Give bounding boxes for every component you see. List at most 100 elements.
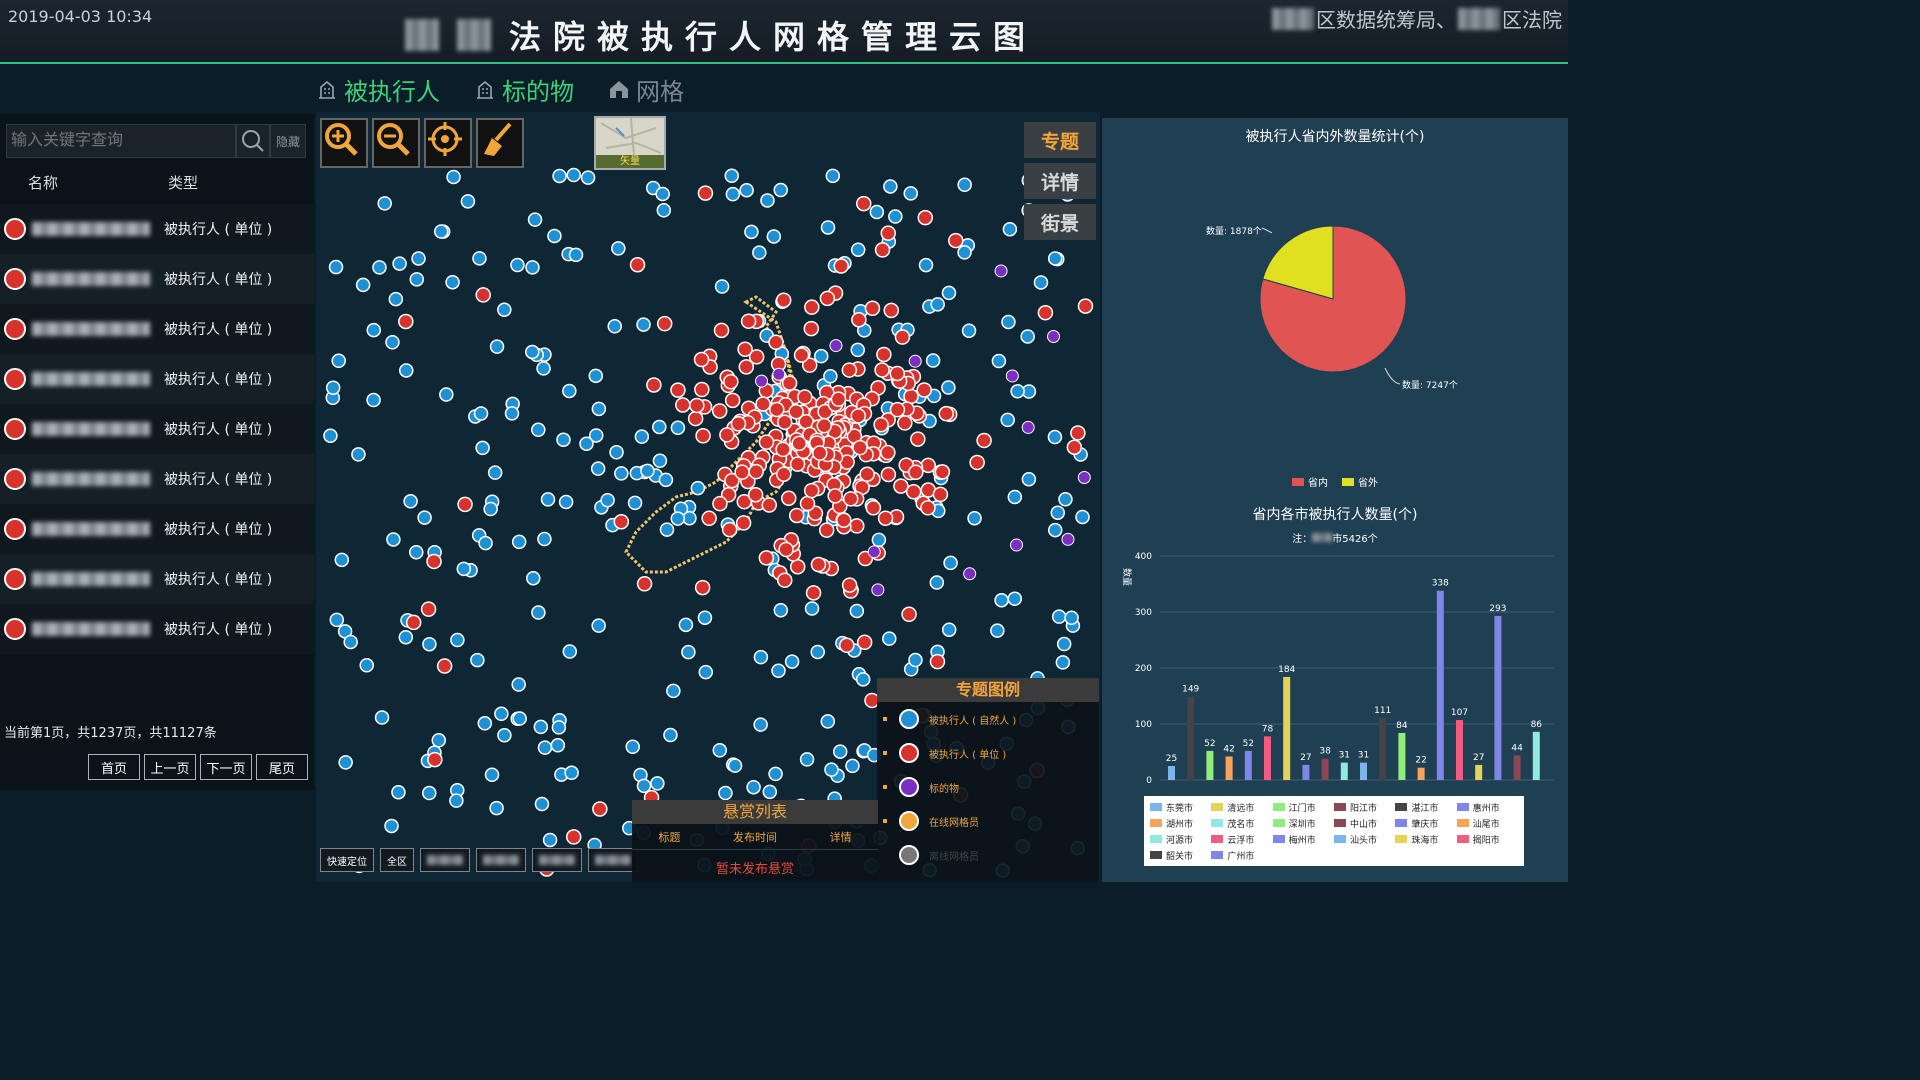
company-marker[interactable] [889,401,906,418]
company-marker[interactable] [852,439,868,456]
person-marker[interactable] [845,758,860,774]
person-marker[interactable] [512,711,527,726]
person-marker[interactable] [433,224,449,239]
person-marker[interactable] [422,785,437,801]
person-marker[interactable] [1002,221,1018,237]
person-marker[interactable] [399,363,414,378]
detail-button[interactable]: 详情 [1024,163,1096,199]
person-marker[interactable] [855,672,871,687]
person-marker[interactable] [411,251,426,266]
person-marker[interactable] [556,432,571,447]
company-marker[interactable] [793,347,810,363]
person-marker[interactable] [824,762,839,777]
company-marker[interactable] [788,403,804,420]
area-button[interactable] [420,848,470,872]
legend-entry[interactable]: 中山市 [1333,816,1395,830]
company-marker[interactable] [723,373,739,390]
person-marker[interactable] [820,220,836,235]
person-marker[interactable] [388,291,404,307]
company-marker[interactable] [777,572,793,588]
company-marker[interactable] [901,606,917,623]
company-marker[interactable] [873,416,889,433]
person-marker[interactable] [725,186,741,202]
company-marker[interactable] [697,185,714,201]
person-marker[interactable] [478,535,493,551]
person-marker[interactable] [525,260,540,275]
person-marker[interactable] [1050,505,1066,520]
asset-marker[interactable] [1010,538,1024,552]
company-marker[interactable] [629,256,646,273]
person-marker[interactable] [542,832,558,848]
list-item[interactable]: 被执行人 ( 单位 ) [0,404,314,454]
list-item[interactable]: 被执行人 ( 单位 ) [0,354,314,404]
list-item[interactable]: 被执行人 ( 单位 ) [0,604,314,654]
company-marker[interactable] [855,195,872,212]
company-marker[interactable] [457,496,473,513]
person-marker[interactable] [1033,275,1049,290]
layer-switch-vector[interactable]: 矢量 [594,116,666,170]
topic-button[interactable]: 专题 [1024,122,1096,158]
bar-江门市[interactable] [1398,732,1406,780]
company-marker[interactable] [755,396,771,412]
person-marker[interactable] [590,461,606,476]
person-marker[interactable] [930,297,945,312]
person-marker[interactable] [1047,522,1063,538]
company-marker[interactable] [761,497,777,513]
person-marker[interactable] [636,317,651,332]
person-marker[interactable] [558,494,574,510]
person-marker[interactable] [1000,412,1015,428]
company-marker[interactable] [758,434,775,450]
person-marker[interactable] [1064,610,1079,626]
company-marker[interactable] [740,313,757,329]
company-marker[interactable] [805,585,822,601]
zoom-in-button[interactable] [320,118,368,168]
person-marker[interactable] [871,532,887,548]
legend-entry[interactable]: 珠海市 [1395,832,1456,846]
person-marker[interactable] [536,361,551,376]
bar-湖州市[interactable] [1417,767,1425,780]
company-marker[interactable] [920,500,936,516]
person-marker[interactable] [656,203,672,218]
company-marker[interactable] [849,518,865,534]
person-marker[interactable] [849,603,865,619]
person-marker[interactable] [752,245,767,260]
person-marker[interactable] [850,342,865,358]
hide-button[interactable]: 隐藏 [270,124,306,158]
list-item[interactable]: 被执行人 ( 单位 ) [0,554,314,604]
person-marker[interactable] [431,733,447,748]
company-marker[interactable] [693,351,710,368]
person-marker[interactable] [552,168,567,184]
person-marker[interactable] [343,634,358,650]
person-marker[interactable] [1047,429,1063,445]
person-marker[interactable] [1075,509,1090,525]
person-marker[interactable] [328,259,344,275]
person-marker[interactable] [698,664,714,680]
person-marker[interactable] [497,728,512,743]
person-marker[interactable] [883,179,898,194]
person-marker[interactable] [1047,251,1063,266]
company-marker[interactable] [818,522,835,538]
company-marker[interactable] [799,495,816,512]
tab-grid[interactable]: 网格 [608,72,684,107]
person-marker[interactable] [663,727,678,743]
person-marker[interactable] [658,472,674,488]
person-marker[interactable] [531,422,546,438]
person-marker[interactable] [652,419,667,435]
company-marker[interactable] [856,634,873,651]
bar-深圳市[interactable] [1206,750,1214,780]
person-marker[interactable] [903,186,919,201]
person-marker[interactable] [832,744,848,759]
person-marker[interactable] [609,445,624,460]
person-marker[interactable] [392,256,407,271]
company-marker[interactable] [894,329,911,345]
person-marker[interactable] [1010,384,1025,399]
legend-entry[interactable]: 江门市 [1272,800,1334,814]
person-marker[interactable] [724,168,739,184]
company-marker[interactable] [776,466,792,482]
person-marker[interactable] [446,169,461,185]
person-marker[interactable] [484,767,500,783]
company-marker[interactable] [859,466,875,482]
company-marker[interactable] [830,391,847,407]
bar-阳江市[interactable] [1513,755,1521,780]
area-button[interactable] [532,848,582,872]
